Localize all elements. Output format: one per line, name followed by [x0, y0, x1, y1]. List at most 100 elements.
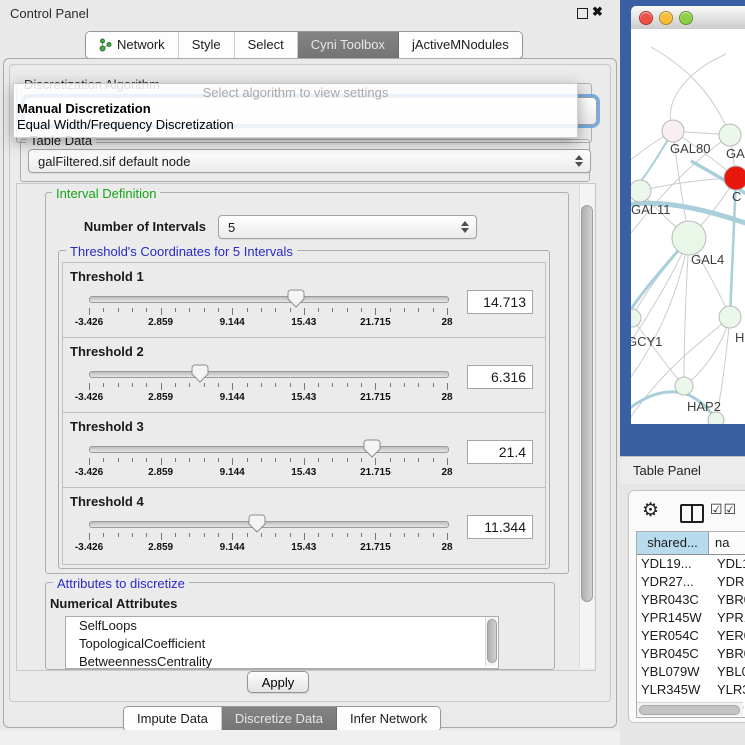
slider-track[interactable]: [89, 521, 449, 528]
slider-tick: [247, 533, 248, 537]
network-node-label: H: [735, 330, 744, 345]
slider-tick: [146, 308, 147, 312]
slider-tick: [304, 533, 305, 540]
slider-thumb[interactable]: [248, 514, 266, 533]
tab-infer-network[interactable]: Infer Network: [337, 707, 440, 731]
slider-track[interactable]: [89, 371, 449, 378]
slider-tick: [261, 458, 262, 462]
attributes-list-scrollbar[interactable]: [485, 617, 497, 666]
slider-track[interactable]: [89, 296, 449, 303]
attribute-item[interactable]: TopologicalCoefficient: [66, 635, 498, 653]
slider-tick: [218, 383, 219, 387]
threshold-value-field[interactable]: 14.713: [467, 290, 533, 314]
float-panel-icon[interactable]: [577, 8, 588, 19]
network-node-h[interactable]: [719, 306, 741, 328]
tab-select[interactable]: Select: [235, 32, 298, 58]
close-window-icon[interactable]: [639, 11, 653, 25]
table-row[interactable]: YBR043CYBR0: [637, 591, 745, 609]
slider-tick: [418, 383, 419, 387]
slider-tick: [447, 308, 448, 315]
column-checkboxes-icon[interactable]: ☑☑: [710, 501, 737, 518]
cell-shared-name: YPR145W: [637, 609, 712, 627]
slider-tick: [290, 383, 291, 387]
cell-shared-name: YDL19...: [637, 555, 712, 573]
network-node-gal4[interactable]: [672, 221, 706, 255]
column-header-name[interactable]: na: [709, 532, 745, 554]
cell-name: YBR0: [712, 591, 745, 609]
slider-tick: [118, 533, 119, 537]
thresholds-group-title: Threshold's Coordinates for 5 Intervals: [66, 244, 297, 259]
slider-tick: [118, 308, 119, 312]
tab-discretize-data[interactable]: Discretize Data: [222, 707, 337, 731]
slider-tick: [290, 458, 291, 462]
column-header-shared-name[interactable]: shared...: [637, 532, 709, 554]
slider-tick: [375, 308, 376, 315]
slider-tick: [361, 533, 362, 537]
network-canvas[interactable]: GAL80GACGAL11GAL4GCY1HHAP2: [631, 29, 745, 424]
slider-tick: [290, 533, 291, 537]
network-node-gal11[interactable]: [631, 180, 651, 202]
slider-tick: [332, 383, 333, 387]
attributes-list-scrollbar-thumb[interactable]: [487, 619, 497, 663]
table-horizontal-scrollbar[interactable]: [637, 702, 743, 716]
slider-tick: [161, 383, 162, 390]
slider-thumb[interactable]: [287, 289, 305, 308]
tab-network[interactable]: Network: [86, 32, 179, 58]
network-node-gcy1[interactable]: [631, 309, 641, 327]
tab-jactivemnodules[interactable]: jActiveMNodules: [399, 32, 522, 58]
slider-tick-label: 2.859: [148, 467, 173, 478]
threshold-value-field[interactable]: 21.4: [467, 440, 533, 464]
slider-tick: [447, 458, 448, 465]
table-row[interactable]: YBL079WYBL0: [637, 663, 745, 681]
attribute-item[interactable]: BetweennessCentrality: [66, 653, 498, 669]
threshold-value-field[interactable]: 6.316: [467, 365, 533, 389]
apply-button[interactable]: Apply: [247, 671, 309, 693]
threshold-1-panel: Threshold 1-3.4262.8599.14415.4321.71528…: [62, 262, 546, 340]
table-row[interactable]: YDR27...YDR2: [637, 573, 745, 591]
numerical-attributes-list[interactable]: SelfLoopsTopologicalCoefficientBetweenne…: [65, 616, 499, 669]
network-node-ga[interactable]: [719, 124, 741, 146]
popup-item-equal-width-frequency-discretization[interactable]: Equal Width/Frequency Discretization: [14, 117, 577, 133]
slider-tick: [433, 533, 434, 537]
threshold-4-panel: Threshold 4-3.4262.8599.14415.4321.71528…: [62, 487, 546, 565]
table-row[interactable]: YLR345WYLR3: [637, 681, 745, 699]
slider-tick-label: -3.426: [75, 542, 103, 553]
table-row[interactable]: YER054CYER0: [637, 627, 745, 645]
slider-tick: [332, 308, 333, 312]
network-node-c[interactable]: [724, 166, 745, 190]
tab-style[interactable]: Style: [179, 32, 235, 58]
network-node-gal80[interactable]: [662, 120, 684, 142]
threshold-value-field[interactable]: 11.344: [467, 515, 533, 539]
attribute-item[interactable]: SelfLoops: [66, 617, 498, 635]
slider-tick: [89, 533, 90, 540]
close-panel-icon[interactable]: ✖: [592, 4, 603, 20]
vertical-scrollbar[interactable]: [579, 184, 594, 668]
table-horizontal-scrollbar-thumb[interactable]: [639, 705, 740, 715]
slider-track[interactable]: [89, 446, 449, 453]
network-node-hap2[interactable]: [675, 377, 693, 395]
cell-name: YER0: [712, 627, 745, 645]
slider-thumb[interactable]: [363, 439, 381, 458]
tab-impute-data[interactable]: Impute Data: [124, 707, 222, 731]
cell-name: YPR1: [712, 609, 745, 627]
minimize-window-icon[interactable]: [659, 11, 673, 25]
slider-tick: [247, 308, 248, 312]
table-row[interactable]: YDL19...YDL1: [637, 555, 745, 573]
table-row[interactable]: YBR045CYBR0: [637, 645, 745, 663]
slider-tick: [390, 383, 391, 387]
slider-thumb[interactable]: [191, 364, 209, 383]
slider-tick: [132, 308, 133, 312]
tab-cyni-toolbox[interactable]: Cyni Toolbox: [298, 32, 399, 58]
popup-item-manual-discretization[interactable]: Manual Discretization: [14, 101, 577, 117]
table-row[interactable]: YPR145WYPR1: [637, 609, 745, 627]
vertical-scrollbar-thumb[interactable]: [581, 205, 593, 602]
slider-tick: [218, 458, 219, 462]
num-intervals-combo[interactable]: 5: [218, 215, 477, 239]
network-window-titlebar[interactable]: [631, 6, 745, 30]
gear-icon[interactable]: ⚙: [642, 499, 659, 522]
table-data-combo[interactable]: galFiltered.sif default node: [28, 149, 591, 173]
node-table[interactable]: shared... na YDL19...YDL1YDR27...YDR2YBR…: [636, 531, 745, 718]
slider-tick: [390, 458, 391, 462]
zoom-window-icon[interactable]: [679, 11, 693, 25]
split-view-icon[interactable]: [680, 504, 704, 523]
